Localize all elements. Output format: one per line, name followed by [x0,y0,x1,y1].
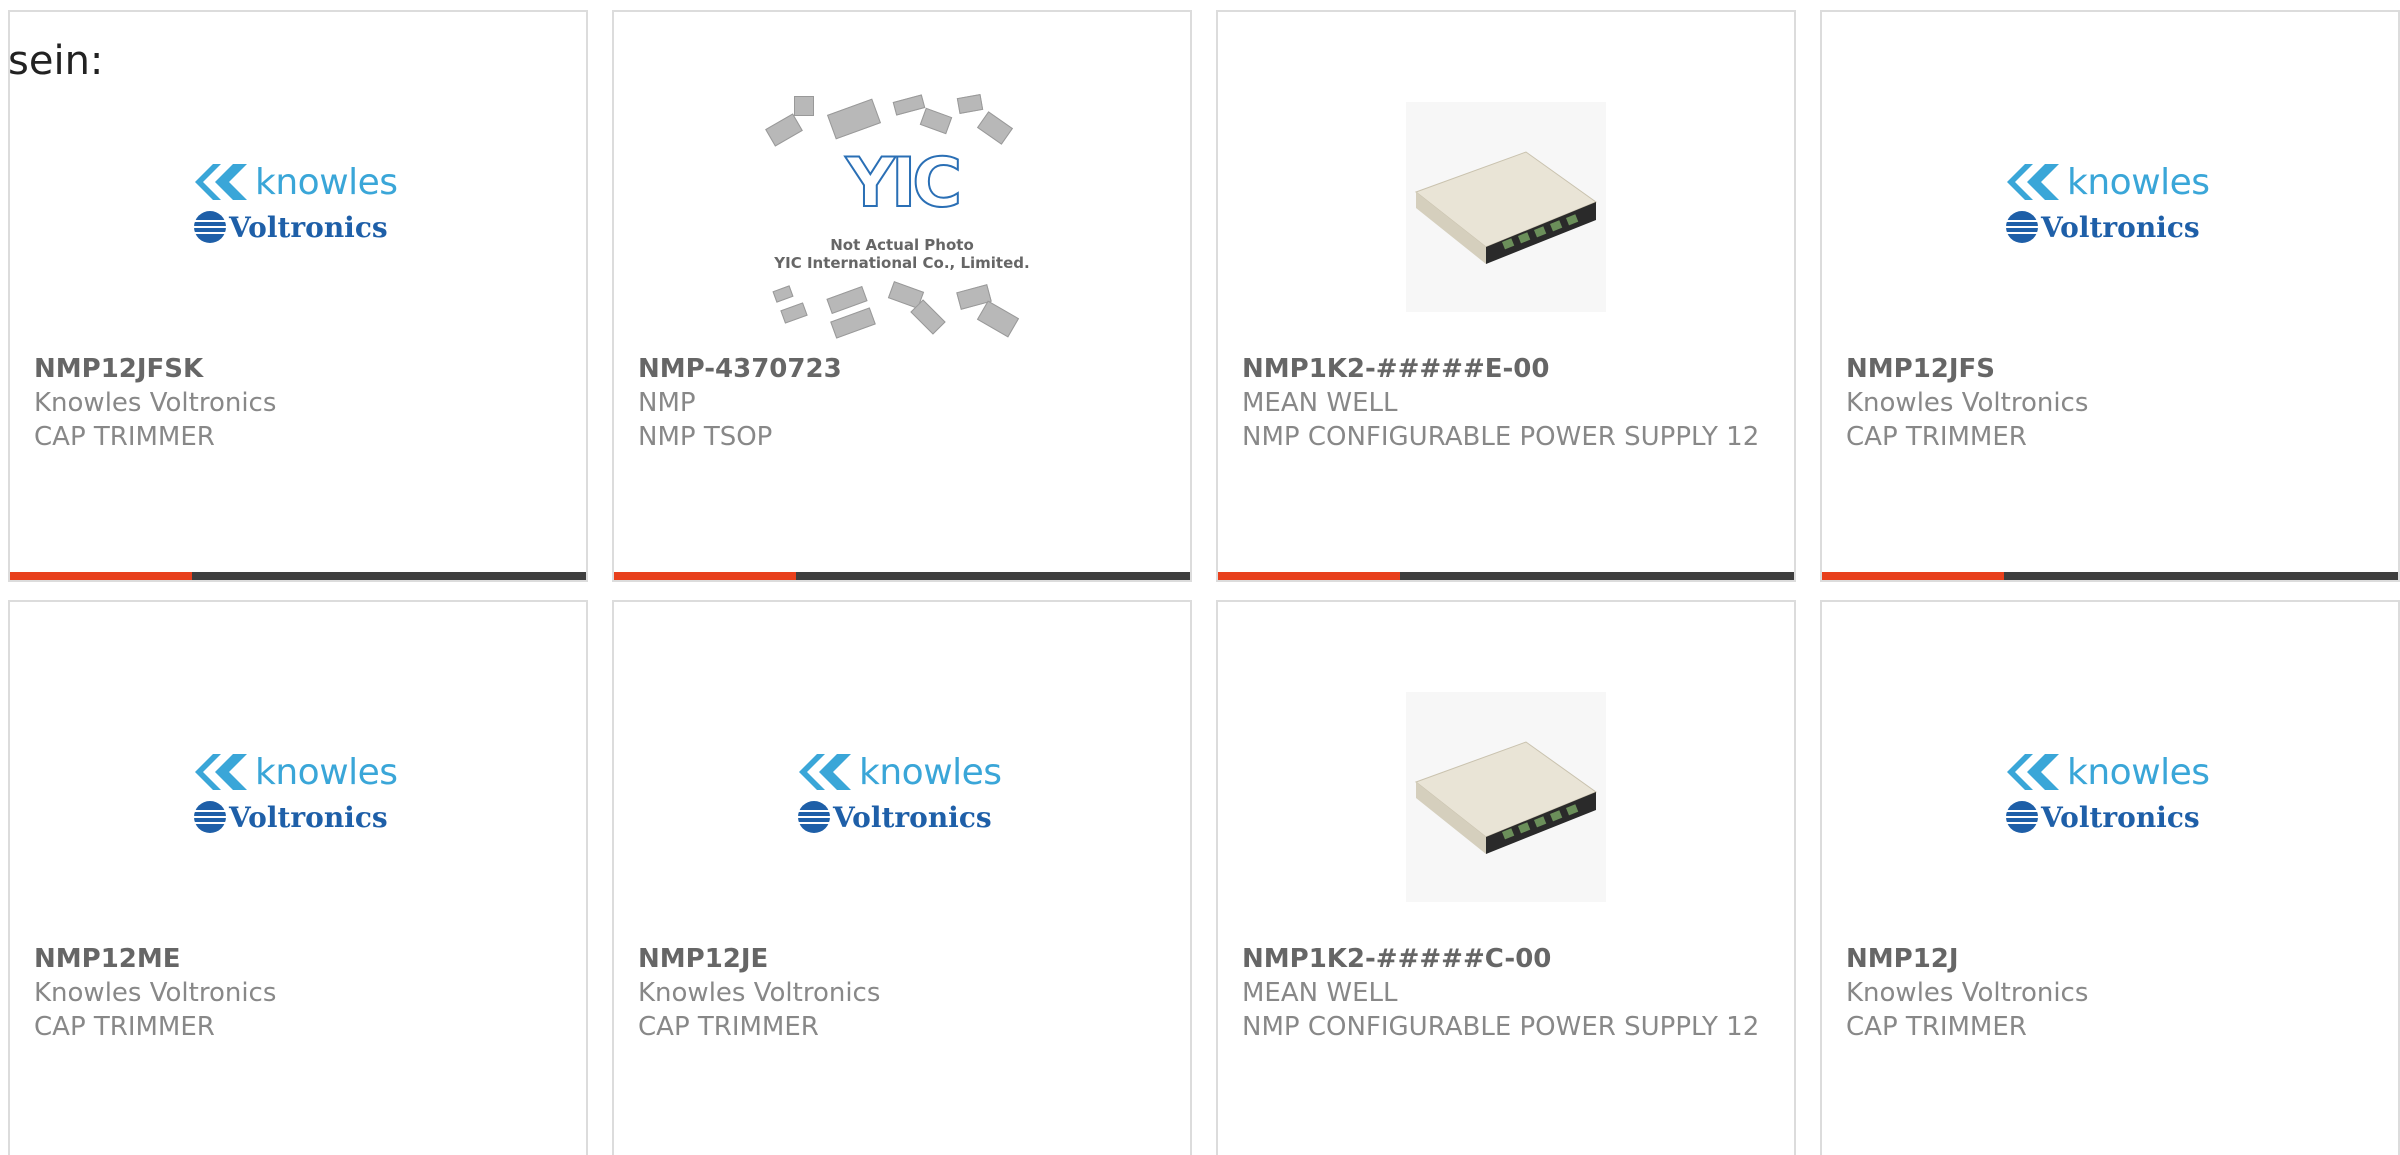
product-info: NMP12J Knowles Voltronics CAP TRIMMER [1846,942,2378,1044]
description: NMP CONFIGURABLE POWER SUPPLY 12 [1242,422,1760,452]
product-image[interactable]: YIC Not Actual Photo YIC International C… [614,92,1190,342]
description: NMP CONFIGURABLE POWER SUPPLY 12 [1242,1012,1760,1042]
manufacturer: Knowles Voltronics [1846,388,2089,418]
product-info: NMP-4370723 NMP NMP TSOP [638,352,1170,454]
knowles-voltronics-logo: knowles Voltronics [797,747,1007,847]
product-card[interactable]: NMP1K2-#####C-00 MEAN WELL NMP CONFIGURA… [1216,600,1796,1155]
manufacturer: MEAN WELL [1242,388,1398,418]
product-image[interactable]: knowles Voltronics [10,672,586,922]
part-number[interactable]: NMP1K2-#####C-00 [1242,942,1774,976]
description: CAP TRIMMER [1846,422,2027,452]
manufacturer: Knowles Voltronics [638,978,881,1008]
product-card[interactable]: knowles Voltronics NMP12J Knowles Voltro… [1820,600,2400,1155]
product-card[interactable]: YIC Not Actual Photo YIC International C… [612,10,1192,582]
manufacturer: NMP [638,388,696,418]
knowles-voltronics-logo: knowles Voltronics [193,157,403,257]
product-image[interactable]: knowles Voltronics [1822,82,2398,332]
product-grid: knowles Voltronics NMP12JFSK Knowles Vol… [8,10,2400,1155]
product-info: NMP12ME Knowles Voltronics CAP TRIMMER [34,942,566,1044]
part-number[interactable]: NMP-4370723 [638,352,1170,386]
manufacturer: Knowles Voltronics [1846,978,2089,1008]
description: NMP TSOP [638,422,773,452]
manufacturer: Knowles Voltronics [34,978,277,1008]
product-grid-page: sein: knowles Voltronics NMP12JFSK Knowl… [0,0,2400,1155]
knowles-voltronics-logo: knowles Voltronics [2005,747,2215,847]
part-number[interactable]: NMP12JFSK [34,352,566,386]
product-image[interactable]: knowles Voltronics [10,82,586,332]
product-info: NMP12JFSK Knowles Voltronics CAP TRIMMER [34,352,566,454]
card-accent-bar [10,572,192,580]
voltronics-globe-icon [798,801,830,833]
knowles-k-icon [195,164,247,200]
intro-text: sein: [8,38,104,84]
power-supply-photo [1406,692,1606,902]
description: CAP TRIMMER [1846,1012,2027,1042]
knowles-k-icon [195,754,247,790]
card-footer-bar [1822,572,2398,580]
manufacturer: MEAN WELL [1242,978,1398,1008]
card-footer-bar [10,572,586,580]
product-image[interactable] [1218,672,1794,922]
manufacturer: Knowles Voltronics [34,388,277,418]
knowles-k-icon [2007,754,2059,790]
card-accent-bar [1822,572,2004,580]
part-number[interactable]: NMP12J [1846,942,2378,976]
part-number[interactable]: NMP12ME [34,942,566,976]
description: CAP TRIMMER [638,1012,819,1042]
product-image[interactable]: knowles Voltronics [1822,672,2398,922]
part-number[interactable]: NMP12JFS [1846,352,2378,386]
card-footer-bar [614,572,1190,580]
part-number[interactable]: NMP12JE [638,942,1170,976]
knowles-voltronics-logo: knowles Voltronics [2005,157,2215,257]
card-accent-bar [1218,572,1400,580]
card-accent-bar [614,572,796,580]
product-card[interactable]: knowles Voltronics NMP12JFSK Knowles Vol… [8,10,588,582]
product-card[interactable]: knowles Voltronics NMP12JFS Knowles Volt… [1820,10,2400,582]
yic-not-actual-photo: YIC Not Actual Photo YIC International C… [762,92,1042,342]
knowles-k-icon [2007,164,2059,200]
voltronics-globe-icon [2006,801,2038,833]
knowles-voltronics-logo: knowles Voltronics [193,747,403,847]
product-card[interactable]: knowles Voltronics NMP12JE Knowles Voltr… [612,600,1192,1155]
description: CAP TRIMMER [34,422,215,452]
voltronics-globe-icon [194,211,226,243]
product-card[interactable]: NMP1K2-#####E-00 MEAN WELL NMP CONFIGURA… [1216,10,1796,582]
product-card[interactable]: knowles Voltronics NMP12ME Knowles Voltr… [8,600,588,1155]
product-info: NMP12JE Knowles Voltronics CAP TRIMMER [638,942,1170,1044]
product-info: NMP1K2-#####E-00 MEAN WELL NMP CONFIGURA… [1242,352,1774,454]
description: CAP TRIMMER [34,1012,215,1042]
card-footer-bar [1218,572,1794,580]
voltronics-globe-icon [194,801,226,833]
product-image[interactable]: knowles Voltronics [614,672,1190,922]
yic-mark: YIC [845,143,963,224]
power-supply-photo [1406,102,1606,312]
knowles-k-icon [799,754,851,790]
product-info: NMP12JFS Knowles Voltronics CAP TRIMMER [1846,352,2378,454]
yic-caption: Not Actual Photo YIC International Co., … [774,236,1030,272]
part-number[interactable]: NMP1K2-#####E-00 [1242,352,1774,386]
voltronics-globe-icon [2006,211,2038,243]
product-info: NMP1K2-#####C-00 MEAN WELL NMP CONFIGURA… [1242,942,1774,1044]
product-image[interactable] [1218,82,1794,332]
